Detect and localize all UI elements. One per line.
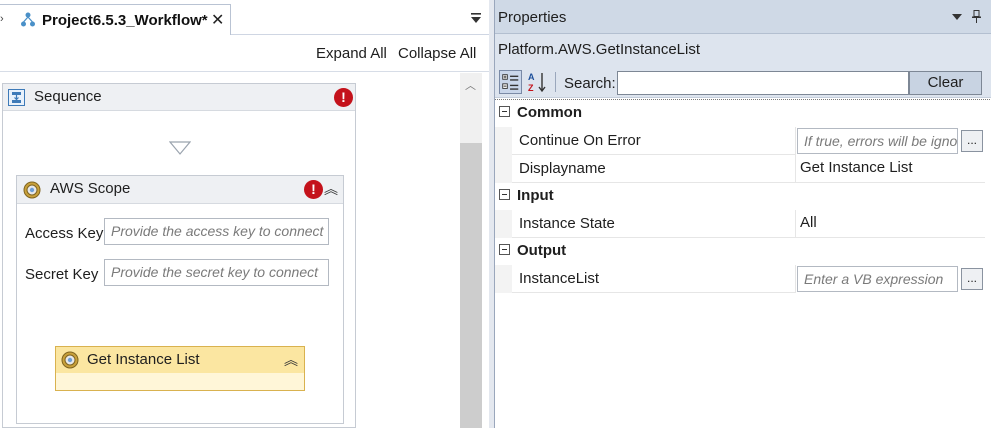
- scroll-up-icon[interactable]: ︿: [465, 77, 476, 93]
- collapse-toggle-icon[interactable]: [499, 106, 510, 117]
- properties-title: Properties: [498, 9, 567, 26]
- expression-editor-button[interactable]: ...: [961, 268, 983, 290]
- gear-icon: [61, 351, 79, 369]
- vertical-scrollbar[interactable]: ︿: [460, 73, 482, 428]
- row-gutter: [495, 210, 512, 238]
- aws-scope-header[interactable]: AWS Scope ! ︽: [17, 176, 343, 204]
- aws-scope-title: AWS Scope: [50, 180, 131, 197]
- drop-target-arrow-icon[interactable]: [169, 141, 191, 155]
- category-label: Output: [517, 242, 567, 259]
- displayname-value[interactable]: Get Instance List: [796, 155, 985, 183]
- row-gutter: [495, 127, 512, 155]
- error-icon[interactable]: !: [304, 180, 323, 199]
- svg-text:A: A: [528, 72, 535, 82]
- property-name: Instance State: [512, 210, 796, 238]
- property-name: Displayname: [512, 155, 796, 183]
- collapse-all-link[interactable]: Collapse All: [398, 45, 476, 62]
- instancelist-input[interactable]: Enter a VB expression: [797, 266, 958, 292]
- get-instance-list-header[interactable]: Get Instance List ︽: [56, 347, 304, 373]
- panel-menu-icon[interactable]: [952, 12, 962, 22]
- alphabetical-sort-icon[interactable]: A Z: [526, 70, 549, 94]
- property-row-displayname[interactable]: Displayname Get Instance List: [495, 155, 985, 183]
- secret-key-label: Secret Key: [25, 266, 99, 283]
- properties-panel: Properties Platform.AWS.GetInstanceList …: [494, 0, 991, 428]
- property-row-instancelist[interactable]: InstanceList Enter a VB expression ...: [495, 265, 985, 293]
- property-name: Continue On Error: [512, 127, 796, 155]
- categorized-view-icon[interactable]: [499, 70, 522, 94]
- pin-icon[interactable]: [971, 10, 982, 23]
- svg-text:Z: Z: [528, 83, 534, 93]
- collapse-toggle-icon[interactable]: [499, 189, 510, 200]
- sequence-header[interactable]: Sequence !: [3, 84, 355, 111]
- category-label: Common: [517, 104, 582, 121]
- search-input[interactable]: [617, 71, 909, 95]
- double-chevron-up-icon[interactable]: ︽: [284, 350, 298, 370]
- secret-key-input[interactable]: Provide the secret key to connect: [104, 259, 329, 286]
- row-gutter: [495, 155, 512, 183]
- designer-toolbar: Expand All Collapse All: [0, 35, 489, 72]
- workflow-icon: [21, 12, 35, 27]
- expression-editor-button[interactable]: ...: [961, 130, 983, 152]
- document-dropdown-icon[interactable]: [470, 12, 482, 24]
- gear-icon: [23, 181, 41, 199]
- get-instance-list-title: Get Instance List: [87, 351, 200, 368]
- close-icon[interactable]: ✕: [211, 10, 224, 30]
- category-label: Input: [517, 187, 554, 204]
- property-row-instance-state[interactable]: Instance State All: [495, 210, 985, 238]
- double-chevron-up-icon[interactable]: ︽: [324, 179, 338, 199]
- expand-all-link[interactable]: Expand All: [316, 45, 387, 62]
- property-grid: Common Continue On Error If true, errors…: [495, 99, 991, 428]
- instance-state-value[interactable]: All: [796, 210, 985, 238]
- category-common[interactable]: Common: [495, 100, 985, 126]
- category-output[interactable]: Output: [495, 238, 985, 264]
- row-gutter: [495, 265, 512, 293]
- document-tab-title: Project6.5.3_Workflow*: [42, 12, 208, 29]
- workflow-designer: › Project6.5.3_Workflow* ✕ Expand All Co…: [0, 0, 489, 428]
- sequence-title: Sequence: [34, 88, 102, 105]
- access-key-input[interactable]: Provide the access key to connect: [104, 218, 329, 245]
- toolbar-separator: [555, 72, 556, 92]
- selected-activity-type: Platform.AWS.GetInstanceList: [495, 34, 991, 66]
- get-instance-list-activity[interactable]: Get Instance List ︽: [55, 346, 305, 391]
- tab-overflow-icon[interactable]: ›: [0, 13, 4, 25]
- scrollbar-thumb[interactable]: [460, 143, 482, 428]
- properties-toolbar: A Z Search: Clear: [495, 66, 991, 98]
- error-icon[interactable]: !: [334, 88, 353, 107]
- document-tab-bar: › Project6.5.3_Workflow* ✕: [0, 0, 489, 35]
- property-name: InstanceList: [512, 265, 796, 293]
- sequence-activity[interactable]: Sequence ! AWS Scope ! ︽ Access Key Prov…: [2, 83, 356, 428]
- selected-activity-name: Platform.AWS.GetInstanceList: [498, 41, 701, 58]
- search-label: Search:: [564, 75, 616, 92]
- aws-scope-activity[interactable]: AWS Scope ! ︽ Access Key Provide the acc…: [16, 175, 344, 424]
- sequence-icon: [8, 89, 25, 106]
- document-tab[interactable]: › Project6.5.3_Workflow* ✕: [0, 4, 231, 35]
- property-row-continue-on-error[interactable]: Continue On Error If true, errors will b…: [495, 127, 985, 155]
- collapse-toggle-icon[interactable]: [499, 244, 510, 255]
- access-key-label: Access Key: [25, 225, 104, 242]
- continue-on-error-input[interactable]: If true, errors will be ignored: [797, 128, 958, 154]
- properties-title-bar: Properties: [495, 0, 991, 34]
- category-input[interactable]: Input: [495, 183, 985, 209]
- clear-button[interactable]: Clear: [909, 71, 982, 95]
